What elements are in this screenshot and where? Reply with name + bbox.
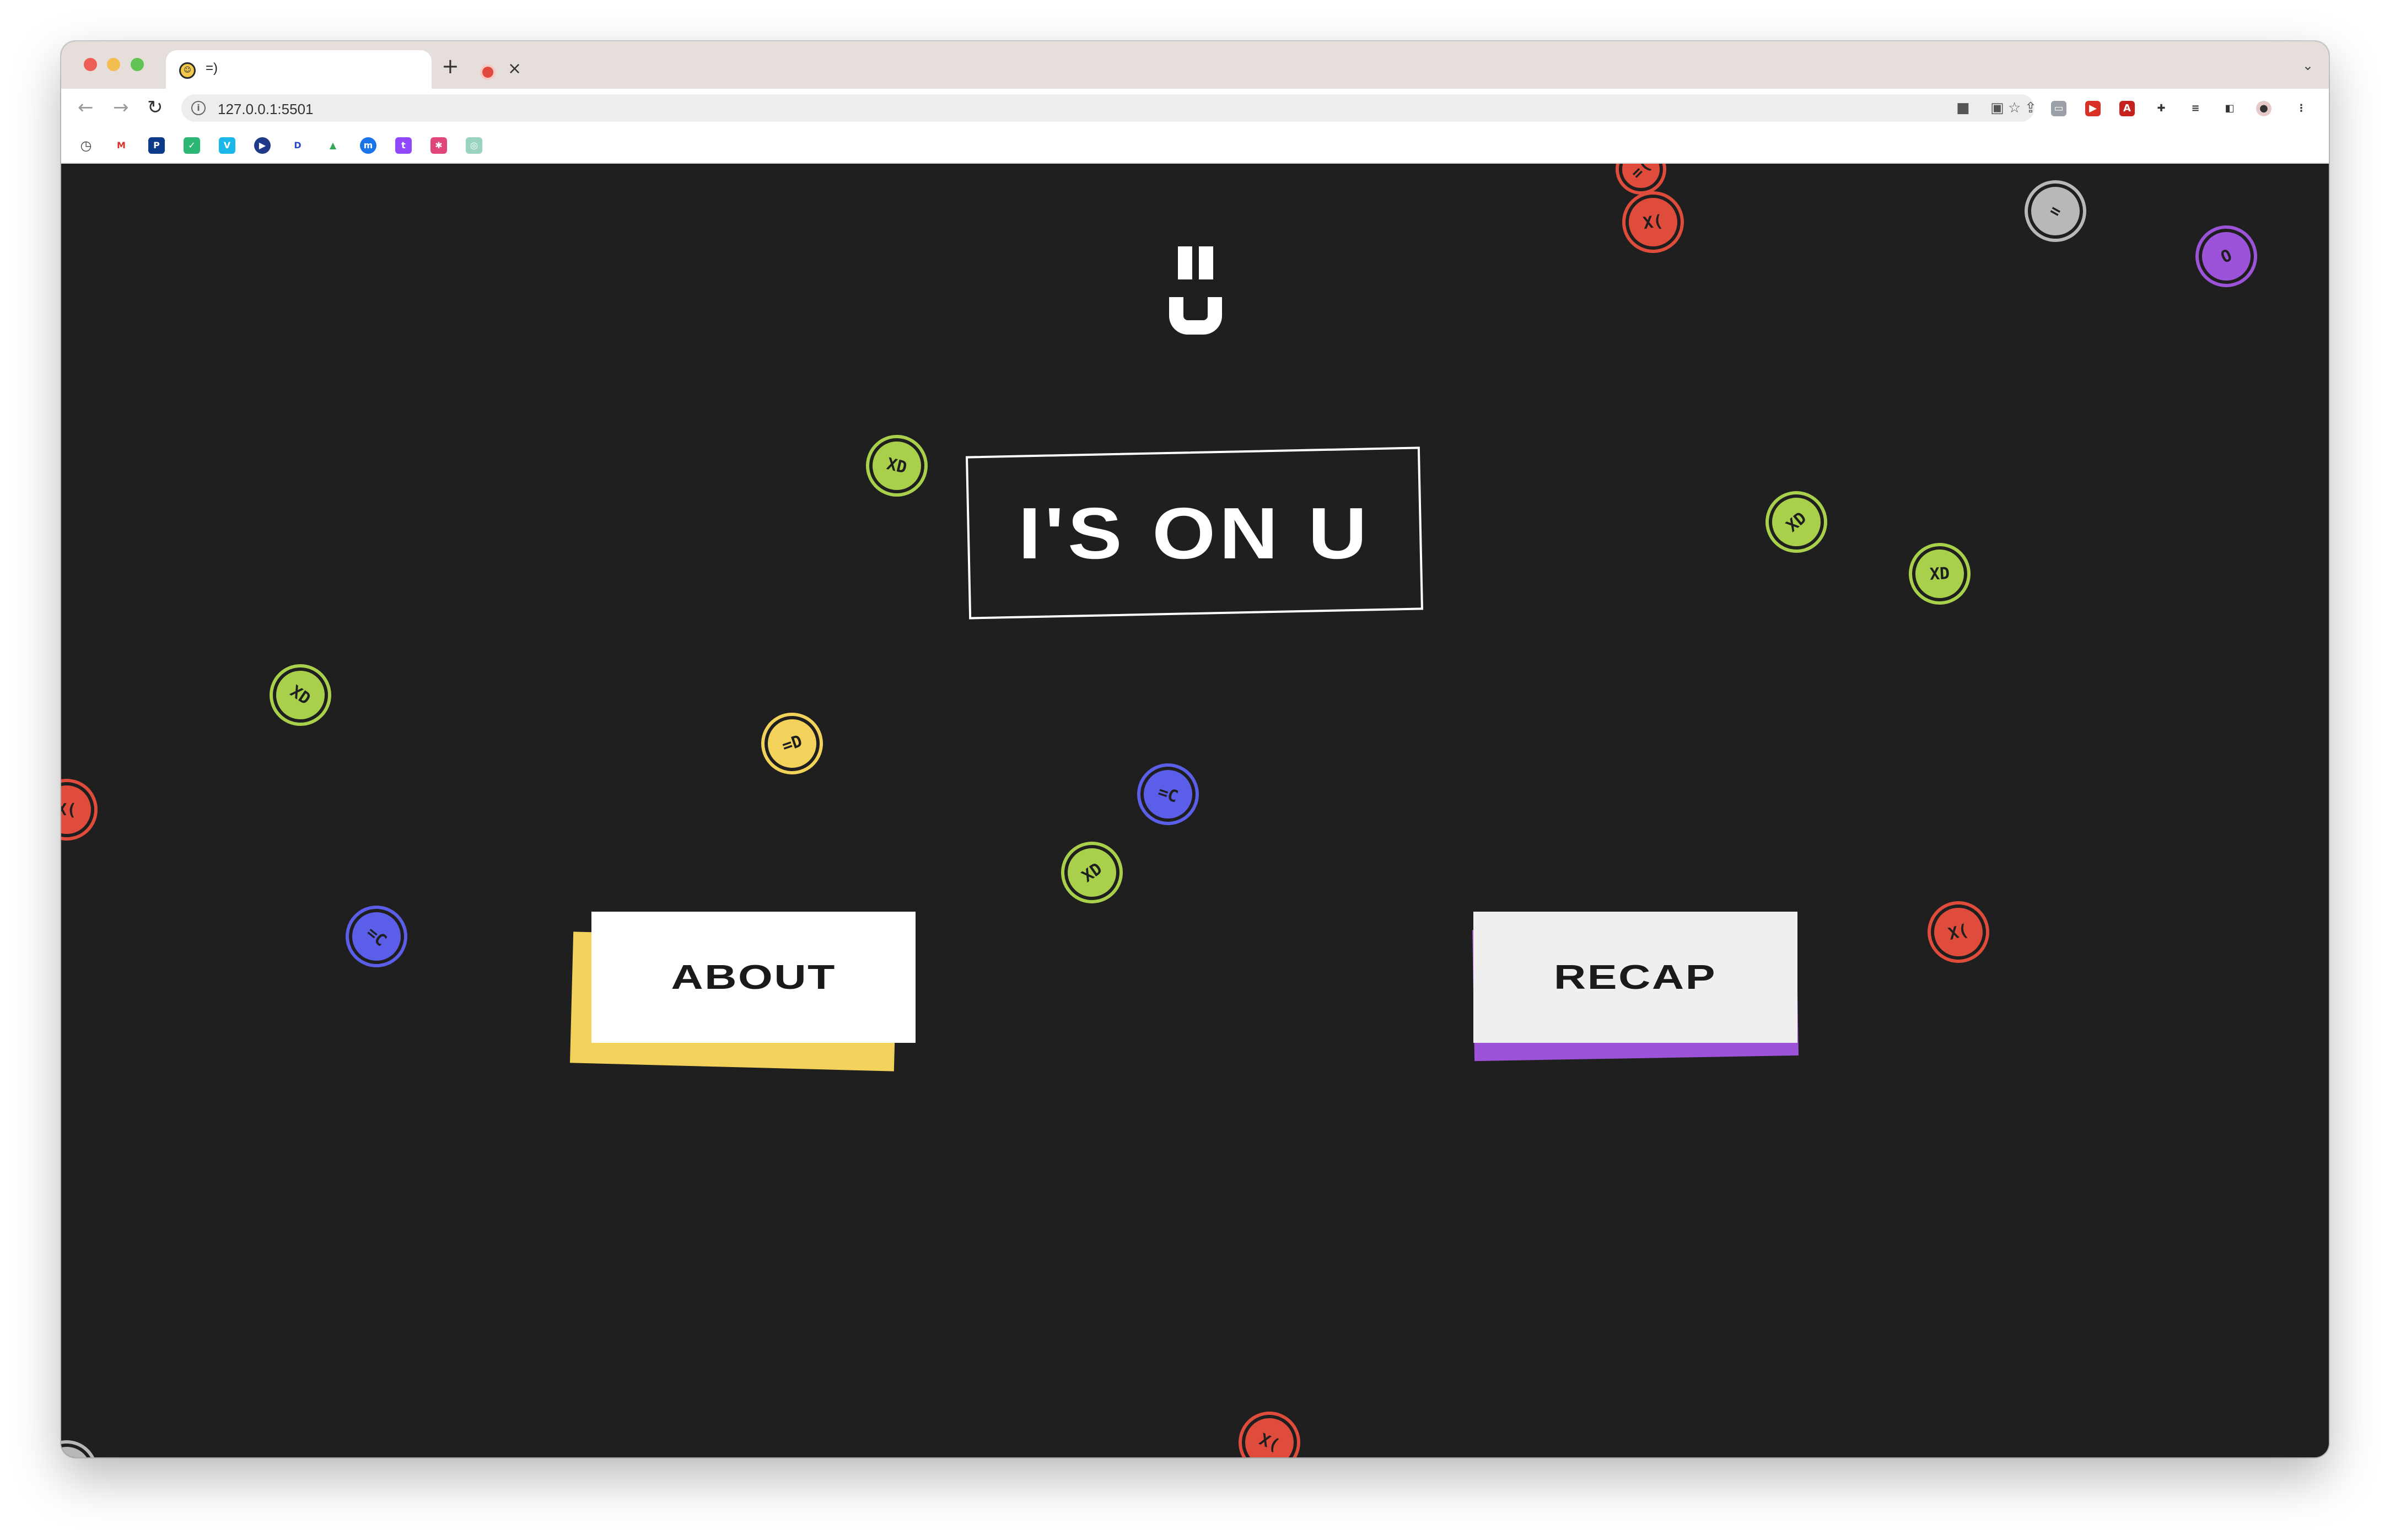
about-button[interactable]: ABOUT bbox=[591, 912, 916, 1043]
smiley-face-icon: X( bbox=[1233, 1406, 1306, 1457]
disney-bookmark-icon[interactable]: D bbox=[289, 137, 306, 154]
smiley-face-icon: =C bbox=[337, 897, 416, 976]
tab-active[interactable]: ☺ =) × bbox=[166, 50, 521, 89]
pdf-ext-icon[interactable]: A bbox=[2119, 101, 2135, 116]
camera-icon[interactable]: ■ bbox=[1956, 100, 1970, 116]
reading-list-icon[interactable]: ≡ bbox=[2188, 101, 2203, 116]
bookmarks-bar: ◷ M P ✓ V ▶ D ▲ m t ✱ ◎ bbox=[61, 127, 2329, 164]
smiley-face-icon: =D bbox=[757, 708, 827, 779]
back-button[interactable]: ← bbox=[78, 96, 94, 119]
youtube-ext-icon[interactable]: ▶ bbox=[2085, 101, 2101, 116]
tab-strip: ☺ =) × + ⌄ bbox=[61, 41, 2329, 89]
new-tab-button[interactable]: + bbox=[442, 56, 459, 77]
share-icon[interactable]: ⇪ bbox=[2025, 100, 2037, 116]
history-bookmark-icon[interactable]: ◷ bbox=[78, 137, 94, 154]
close-window-button[interactable] bbox=[84, 58, 97, 71]
twitch-bookmark-icon[interactable]: t bbox=[395, 137, 412, 154]
url-text: 127.0.0.1:5501 bbox=[218, 101, 314, 117]
bookmark-star-icon[interactable]: ☆ bbox=[2008, 100, 2021, 116]
smiley-face-icon: = bbox=[61, 1433, 105, 1457]
chatgpt-bookmark-icon[interactable]: ◎ bbox=[466, 137, 482, 154]
extensions-puzzle-icon[interactable]: ✚ bbox=[2154, 101, 2169, 116]
smiley-face-icon: XD bbox=[1910, 545, 1969, 603]
smiley-face-icon: X( bbox=[1622, 191, 1684, 254]
close-tab-icon[interactable]: × bbox=[508, 59, 521, 78]
page-title: I'S ON U bbox=[1018, 492, 1371, 574]
maximize-window-button[interactable] bbox=[131, 58, 144, 71]
vimeo-bookmark-icon[interactable]: V bbox=[219, 137, 235, 154]
profile-avatar[interactable]: ● bbox=[2256, 101, 2271, 116]
play-bookmark-icon[interactable]: ▶ bbox=[254, 137, 271, 154]
recording-indicator-icon bbox=[482, 67, 493, 78]
more-menu-icon[interactable]: ⋮ bbox=[2294, 101, 2309, 116]
drive-bookmark-icon[interactable]: ▲ bbox=[325, 137, 341, 154]
reload-button[interactable]: ↻ bbox=[147, 96, 163, 119]
smiley-face-icon: = bbox=[2018, 174, 2093, 249]
pr-bookmark-icon[interactable]: P bbox=[148, 137, 165, 154]
browser-window: ☺ =) × + ⌄ ← → ↻ i 127.0.0.1:5501 ■ ▣ ⇪ … bbox=[61, 41, 2329, 1457]
gmail-bookmark-icon[interactable]: M bbox=[113, 137, 130, 154]
about-button-group: ABOUT bbox=[569, 912, 916, 1071]
about-button-label: ABOUT bbox=[671, 958, 836, 997]
forward-button[interactable]: → bbox=[113, 96, 129, 119]
smiley-face-icon: O bbox=[2189, 219, 2263, 293]
recap-button-group: RECAP bbox=[1472, 912, 1799, 1062]
translate-icon[interactable]: ▣ bbox=[1990, 100, 2004, 116]
smiley-face-icon: XD bbox=[1053, 834, 1131, 911]
smiley-face-icon: =( bbox=[1610, 164, 1672, 201]
recap-button[interactable]: RECAP bbox=[1473, 912, 1797, 1043]
app-bookmark-icon[interactable]: ✱ bbox=[430, 137, 447, 154]
smiley-face-icon: X( bbox=[1925, 898, 1992, 966]
smiley-favicon-icon: ☺ bbox=[179, 62, 196, 79]
smiley-face-icon: XD bbox=[1757, 483, 1835, 561]
side-panel-icon[interactable]: ◧ bbox=[2222, 101, 2237, 116]
check-bookmark-icon[interactable]: ✓ bbox=[184, 137, 200, 154]
tab-title: =) bbox=[206, 61, 218, 76]
smiley-face-icon: XD bbox=[262, 656, 339, 734]
minimize-window-button[interactable] bbox=[107, 58, 120, 71]
messenger-bookmark-icon[interactable]: m bbox=[360, 137, 376, 154]
address-bar[interactable]: i 127.0.0.1:5501 ■ ▣ ⇪ bbox=[181, 94, 2037, 122]
page-canvas: I'S ON U ABOUT RECAP =(X(= O XD XD XD XD =D =C X… bbox=[61, 164, 2329, 1457]
smiley-face-icon: =C bbox=[1133, 759, 1203, 830]
cast-icon[interactable]: ▭ bbox=[2051, 101, 2066, 116]
browser-toolbar: ← → ↻ i 127.0.0.1:5501 ■ ▣ ⇪ ☆ ▭ ▶ A ✚ ≡… bbox=[61, 89, 2329, 127]
chevron-down-icon[interactable]: ⌄ bbox=[2302, 58, 2313, 73]
smiley-face-icon: X( bbox=[61, 781, 95, 838]
smiley-face-icon: XD bbox=[864, 433, 930, 499]
site-info-icon[interactable]: i bbox=[191, 101, 206, 115]
recap-button-label: RECAP bbox=[1554, 958, 1717, 997]
